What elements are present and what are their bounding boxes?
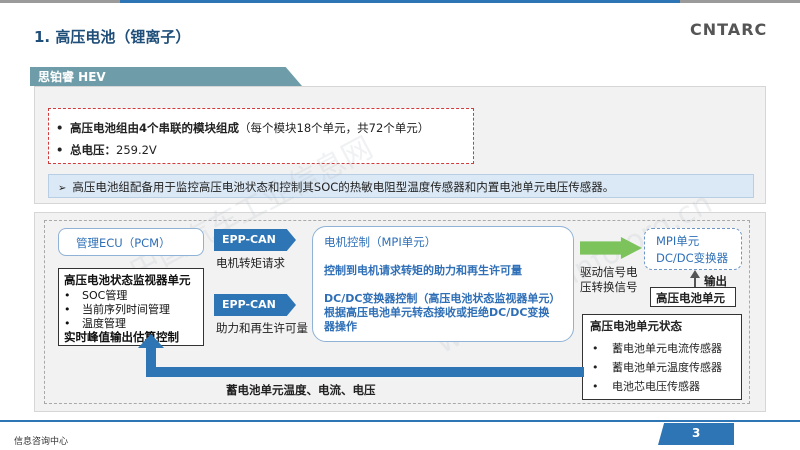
hv-status-item: • 蓄电池单元电流传感器 [592, 342, 722, 355]
bullet-dot: • [56, 121, 64, 135]
hv-status-item: • 电池芯电压传感器 [592, 380, 700, 393]
footer-org: 信息咨询中心 [14, 437, 69, 447]
spec-line-2: • 总电压：259.2V [56, 142, 157, 158]
mpi-control-title: 电机控制（MPI单元） [324, 235, 437, 249]
return-arrow-horizontal [146, 367, 584, 377]
hv-status-item: • 蓄电池单元温度传感器 [592, 361, 722, 374]
bullet-dot: • [56, 143, 64, 157]
footer-line [0, 420, 800, 422]
top-line-gray-right [680, 0, 800, 3]
page-number: 3 [692, 426, 701, 440]
ecu-label: 管理ECU（PCM） [76, 236, 171, 250]
epp-can-label-1: EPP-CAN [222, 233, 276, 246]
return-label: 蓄电池单元温度、电流、电压 [226, 383, 376, 397]
return-arrow-head-icon [138, 334, 164, 348]
epp-can-label-2: EPP-CAN [222, 298, 276, 311]
drive-signal-line-2: 压转换信号 [580, 280, 638, 294]
arrow1-caption: 电机转矩请求 [216, 256, 285, 270]
mpi-control-line: 控制到电机请求转矩的助力和再生许可量 [324, 264, 522, 277]
spec-line-2-rest: 259.2V [116, 143, 157, 157]
spec-line-1: • 高压电池组由4个串联的模块组成（每个模块18个单元，共72个单元） [56, 120, 429, 136]
note-content: 高压电池组配备用于监控高压电池状态和控制其SOC的热敏电阻型温度传感器和内置电池… [72, 180, 615, 194]
mpi-unit-line-2: DC/DC变换器 [656, 251, 729, 265]
mpi-dcdc-line-2: 器操作 [324, 320, 357, 333]
hv-status-title: 高压电池单元状态 [590, 319, 682, 333]
mpi-dcdc-line-1: 根据高压电池单元转态接收或拒绝DC/DC变换 [324, 306, 550, 319]
spec-line-1-rest: （每个模块18个单元，共72个单元） [239, 121, 430, 135]
arrow2-caption: 助力和再生许可量 [216, 321, 308, 335]
mpi-unit-line-1: MPI单元 [656, 234, 700, 248]
page-title: 1. 高压电池（锂离子） [34, 28, 191, 46]
section-label: 思铂睿 HEV [38, 70, 106, 84]
return-arrow-vertical [146, 346, 156, 376]
note-arrow-icon: ➢ [58, 183, 67, 194]
spec-line-1-bold: 高压电池组由4个串联的模块组成 [70, 121, 239, 135]
monitor-title: 高压电池状态监视器单元 [64, 273, 191, 287]
logo: CNTARC [690, 20, 768, 39]
spec-line-2-bold: 总电压： [70, 143, 116, 157]
top-line-gray [0, 0, 120, 3]
hv-unit-label: 高压电池单元 [656, 291, 725, 305]
top-line-blue [120, 0, 680, 3]
output-arrow-stem [694, 277, 696, 287]
drive-signal-line-1: 驱动信号电 [580, 265, 638, 279]
